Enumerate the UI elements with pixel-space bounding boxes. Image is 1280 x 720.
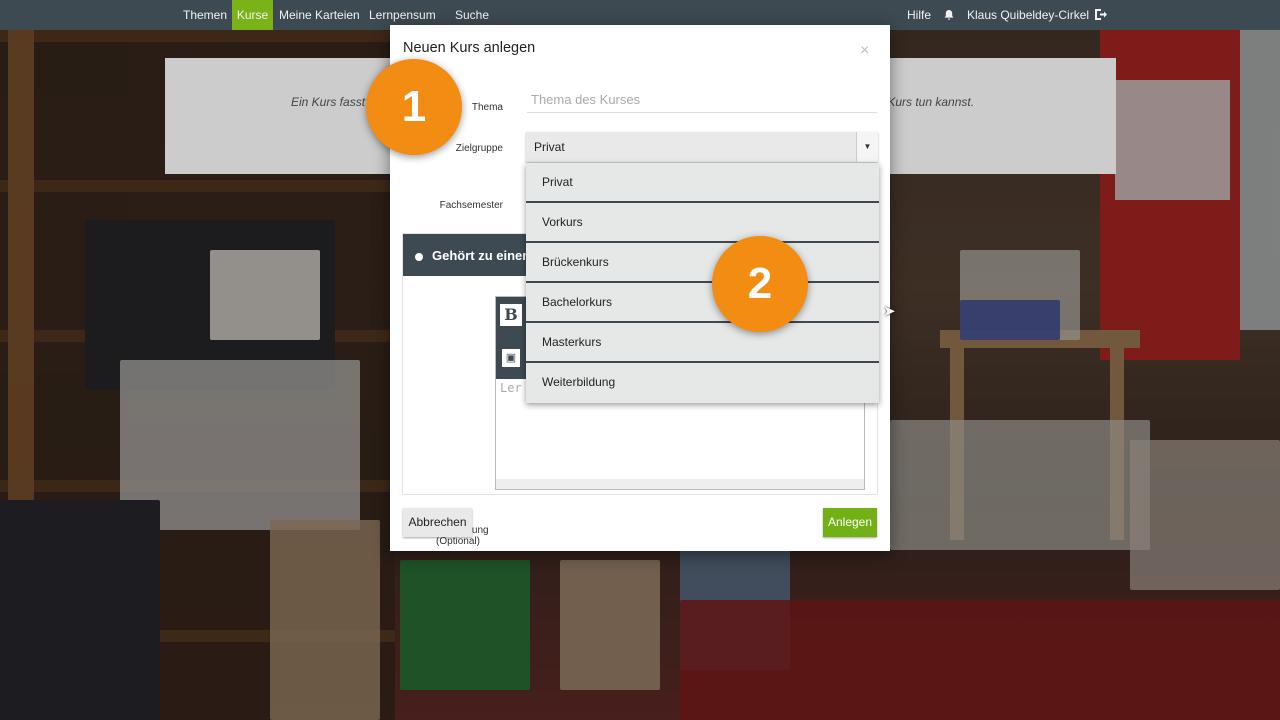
cancel-button[interactable]: Abbrechen [403, 508, 472, 537]
dropdown-option-vorkurs[interactable]: Vorkurs [526, 203, 879, 243]
nav-kurse[interactable]: Kurse [232, 0, 273, 30]
create-button[interactable]: Anlegen [823, 508, 877, 537]
image-icon[interactable]: ▣ [502, 349, 520, 367]
logout-icon[interactable] [1090, 0, 1110, 30]
zielgruppe-select[interactable]: Privat ▼ [526, 132, 878, 162]
user-menu[interactable]: Klaus Quibeldey-Cirkel [961, 0, 1095, 30]
zielgruppe-selected: Privat [534, 140, 565, 154]
info-text-left: Ein Kurs fasst [291, 95, 366, 109]
step-marker-1: 1 [366, 59, 462, 155]
bell-icon[interactable] [940, 0, 958, 30]
zielgruppe-dropdown: Privat Vorkurs Brückenkurs Bachelorkurs … [526, 163, 879, 403]
nav-meine-karteien[interactable]: Meine Karteien [273, 0, 366, 30]
editor-placeholder: Ler [500, 381, 522, 395]
nav-themen[interactable]: Themen [177, 0, 233, 30]
radio-dot-icon[interactable] [415, 253, 423, 261]
step-marker-2: 2 [712, 236, 808, 332]
mouse-cursor-icon: ➤ [883, 303, 896, 320]
dropdown-option-bachelorkurs[interactable]: Bachelorkurs [526, 283, 879, 323]
belongs-to-label: Gehört zu einem [432, 248, 534, 263]
bold-icon[interactable]: B [500, 304, 522, 326]
beschreibung-optional: (Optional) [436, 536, 480, 547]
editor-statusbar [496, 479, 864, 489]
close-icon[interactable]: × [860, 42, 869, 60]
caret-down-icon[interactable]: ▼ [856, 132, 878, 162]
modal-title: Neuen Kurs anlegen [403, 40, 536, 56]
dropdown-option-privat[interactable]: Privat [526, 163, 879, 203]
dropdown-option-brueckenkurs[interactable]: Brückenkurs [526, 243, 879, 283]
dropdown-option-weiterbildung[interactable]: Weiterbildung [526, 363, 879, 403]
thema-input[interactable] [527, 87, 877, 113]
fachsemester-label: Fachsemester [439, 200, 503, 211]
dropdown-option-masterkurs[interactable]: Masterkurs [526, 323, 879, 363]
nav-help[interactable]: Hilfe [901, 0, 937, 30]
